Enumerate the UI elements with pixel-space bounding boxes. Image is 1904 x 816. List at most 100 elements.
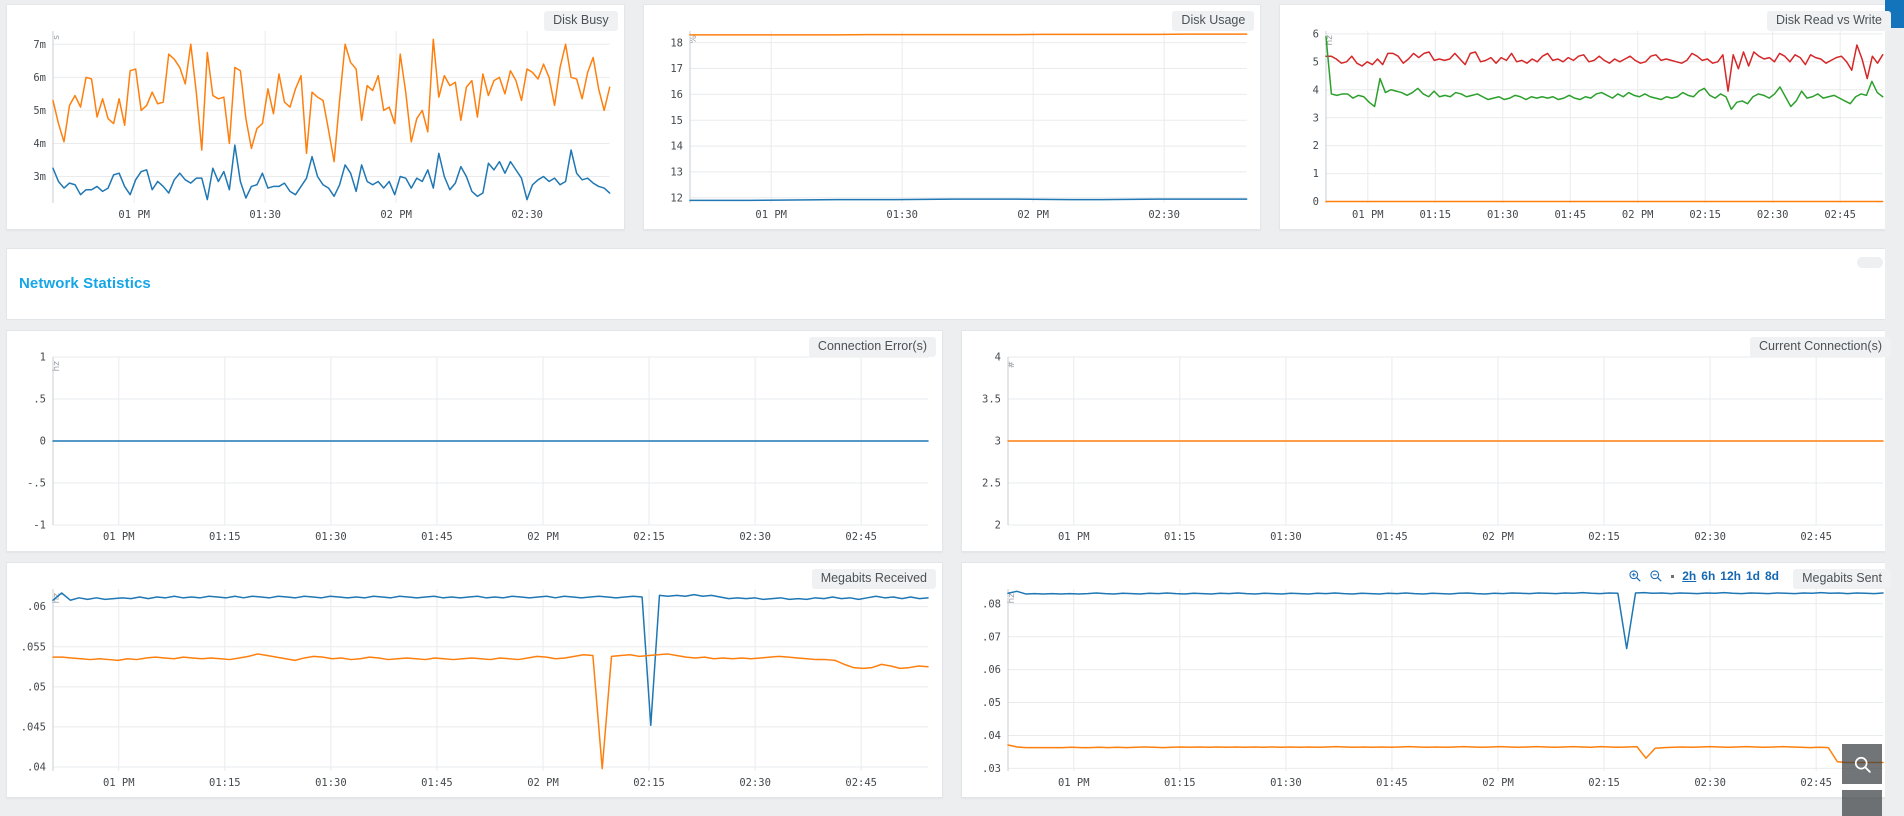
time-range-2h[interactable]: 2h (1682, 569, 1696, 583)
svg-text:02 PM: 02 PM (1482, 777, 1514, 789)
svg-text:02:30: 02:30 (1757, 209, 1789, 221)
svg-text:01 PM: 01 PM (118, 209, 150, 221)
zoom-out-icon[interactable] (1649, 569, 1663, 583)
panel-title-connection-errors: Connection Error(s) (808, 337, 936, 357)
panel-title-current-connections: Current Connection(s) (1750, 337, 1891, 357)
toolbar-separator-dot (1671, 574, 1675, 578)
svg-text:4m: 4m (33, 138, 46, 150)
panel-current-connections[interactable]: 2 2.5 3 3.5 4 01 PM 01:15 01:30 01:45 02 PM 02:15 0… (961, 330, 1898, 552)
panel-title-disk-usage: Disk Usage (1172, 11, 1255, 31)
svg-text:12: 12 (670, 192, 683, 204)
svg-text:02:15: 02:15 (1588, 531, 1620, 543)
svg-text:.06: .06 (982, 664, 1001, 676)
panel-connection-errors[interactable]: -1 -.5 0 .5 1 01 PM 01:15 01:30 01:45 02 PM 02:15 0… (6, 330, 943, 552)
svg-text:02:15: 02:15 (1588, 777, 1620, 789)
time-range-12h[interactable]: 12h (1720, 569, 1741, 583)
svg-text:01 PM: 01 PM (103, 777, 135, 789)
svg-text:01 PM: 01 PM (755, 209, 787, 221)
zoom-in-icon[interactable] (1628, 569, 1642, 583)
svg-text:02 PM: 02 PM (380, 209, 412, 221)
time-range-6h[interactable]: 6h (1701, 569, 1715, 583)
svg-text:02 PM: 02 PM (1017, 209, 1049, 221)
section-title-chip (1857, 257, 1883, 268)
svg-text:02 PM: 02 PM (1622, 209, 1654, 221)
svg-text:02:30: 02:30 (1148, 209, 1180, 221)
panel-disk-busy[interactable]: 3m 4m 5m 6m 7m 01 PM 01:30 02 PM 02:30 s Disk Bus… (6, 4, 625, 230)
svg-text:02:15: 02:15 (1690, 209, 1722, 221)
svg-text:.05: .05 (982, 697, 1001, 709)
svg-text:02 PM: 02 PM (1482, 531, 1514, 543)
panel-title-disk-busy: Disk Busy (544, 11, 618, 31)
svg-text:01:30: 01:30 (1487, 209, 1519, 221)
chart-disk-read-vs-write: 0 1 2 3 4 5 6 01 PM 01:15 01:30 01:45 02 PM 02:15 02:… (1280, 5, 1897, 229)
svg-text:01:45: 01:45 (421, 531, 453, 543)
svg-text:.5: .5 (33, 394, 46, 406)
panel-disk-read-vs-write[interactable]: 0 1 2 3 4 5 6 01 PM 01:15 01:30 01:45 02 PM 02:15 02:… (1279, 4, 1899, 230)
time-range-8d[interactable]: 8d (1765, 569, 1779, 583)
svg-text:1: 1 (40, 352, 46, 364)
svg-text:-.5: -.5 (27, 478, 46, 490)
svg-text:6: 6 (1313, 28, 1319, 40)
svg-text:5m: 5m (33, 105, 46, 117)
svg-text:.05: .05 (27, 681, 46, 693)
svg-text:.045: .045 (21, 722, 46, 734)
svg-text:.07: .07 (982, 631, 1001, 643)
panel-title-disk-read-vs-write: Disk Read vs Write (1766, 11, 1892, 31)
svg-text:01:45: 01:45 (1376, 777, 1408, 789)
svg-text:14: 14 (670, 141, 683, 153)
svg-text:16: 16 (670, 89, 683, 101)
panel-megabits-received[interactable]: .04 .045 .05 .055 .06 01 PM 01:15 01:30 01:45 02 … (6, 562, 943, 798)
panel-megabits-sent[interactable]: .03 .04 .05 .06 .07 .08 01 PM 01:15 01:30 01:45 02… (961, 562, 1898, 798)
svg-text:02:45: 02:45 (845, 531, 877, 543)
svg-text:.055: .055 (21, 641, 46, 653)
network-row-connections: -1 -.5 0 .5 1 01 PM 01:15 01:30 01:45 02 PM 02:15 0… (0, 330, 1904, 552)
chart-connection-errors: -1 -.5 0 .5 1 01 PM 01:15 01:30 01:45 02 PM 02:15 0… (7, 331, 942, 551)
svg-text:01:15: 01:15 (1420, 209, 1452, 221)
svg-text:2: 2 (995, 520, 1001, 532)
svg-text:01:45: 01:45 (1555, 209, 1587, 221)
svg-text:01:15: 01:15 (209, 777, 241, 789)
panel-title-megabits-received: Megabits Received (811, 569, 936, 589)
svg-text:02:45: 02:45 (1800, 777, 1832, 789)
svg-text:5: 5 (1313, 56, 1319, 68)
svg-text:01:30: 01:30 (249, 209, 281, 221)
svg-text:-1: -1 (33, 520, 46, 532)
svg-text:01:30: 01:30 (1270, 531, 1302, 543)
svg-text:13: 13 (670, 167, 683, 179)
svg-text:.04: .04 (27, 762, 46, 774)
svg-text:2.5: 2.5 (982, 478, 1001, 490)
chart-disk-usage: 12 13 14 15 16 17 18 01 PM 01:30 02 PM 02:30% (644, 5, 1261, 229)
svg-text:3: 3 (1313, 112, 1319, 124)
svg-text:.03: .03 (982, 763, 1001, 775)
svg-text:02:30: 02:30 (1694, 531, 1726, 543)
svg-text:02:45: 02:45 (1800, 531, 1832, 543)
search-button-secondary[interactable] (1842, 790, 1882, 816)
svg-text:02:15: 02:15 (633, 531, 665, 543)
svg-text:01 PM: 01 PM (103, 531, 135, 543)
svg-text:01:45: 01:45 (1376, 531, 1408, 543)
panel-title-megabits-sent: Megabits Sent (1793, 569, 1891, 589)
svg-text:01:15: 01:15 (1164, 531, 1196, 543)
svg-text:7m: 7m (33, 39, 46, 51)
panel-disk-usage[interactable]: 12 13 14 15 16 17 18 01 PM 01:30 02 PM 02:30% Disk… (642, 4, 1262, 230)
svg-text:02:15: 02:15 (633, 777, 665, 789)
svg-text:6m: 6m (33, 72, 46, 84)
svg-text:01 PM: 01 PM (1058, 531, 1090, 543)
svg-text:.06: .06 (27, 601, 46, 613)
chart-megabits-sent: .03 .04 .05 .06 .07 .08 01 PM 01:15 01:30 01:45 02… (962, 563, 1897, 797)
time-range-1d[interactable]: 1d (1746, 569, 1760, 583)
svg-text:01:45: 01:45 (421, 777, 453, 789)
chart-megabits-received: .04 .045 .05 .055 .06 01 PM 01:15 01:30 01:45 02 … (7, 563, 942, 797)
svg-text:01:15: 01:15 (209, 531, 241, 543)
search-button[interactable] (1842, 744, 1882, 784)
search-icon (1854, 756, 1871, 773)
svg-text:2: 2 (1313, 140, 1319, 152)
svg-text:1: 1 (1313, 168, 1319, 180)
svg-text:02:30: 02:30 (739, 777, 771, 789)
dashboard-root: 3m 4m 5m 6m 7m 01 PM 01:30 02 PM 02:30 s Disk Bus… (0, 0, 1904, 816)
page-scrollbar-track[interactable] (1885, 0, 1904, 802)
svg-text:02:30: 02:30 (1694, 777, 1726, 789)
svg-text:3: 3 (995, 436, 1001, 448)
svg-text:02 PM: 02 PM (527, 777, 559, 789)
disk-statistics-row: 3m 4m 5m 6m 7m 01 PM 01:30 02 PM 02:30 s Disk Bus… (0, 4, 1904, 230)
